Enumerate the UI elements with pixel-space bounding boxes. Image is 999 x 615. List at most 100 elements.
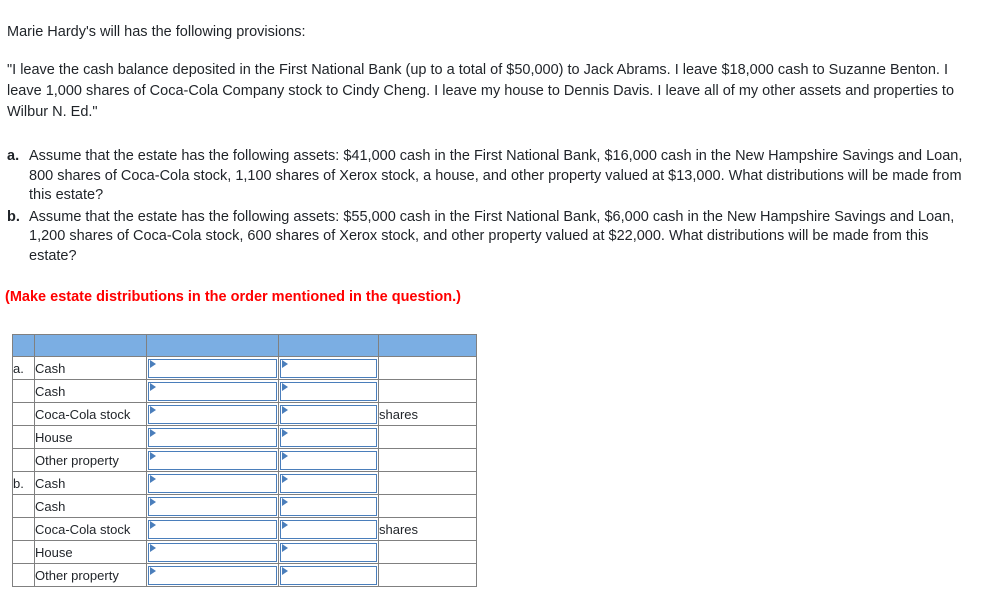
row-letter-cell xyxy=(12,494,35,518)
assumptions-list: a. Assume that the estate has the followi… xyxy=(7,147,979,268)
amount-select[interactable] xyxy=(148,381,277,401)
beneficiary-select[interactable] xyxy=(280,565,377,585)
beneficiary-select[interactable] xyxy=(280,404,377,424)
amount-value xyxy=(149,406,276,407)
beneficiary-value xyxy=(281,360,376,361)
amount-select[interactable] xyxy=(148,542,277,562)
dropdown-triangle-icon xyxy=(282,566,288,575)
row-beneficiary-input-cell[interactable] xyxy=(278,448,379,472)
distributions-table-container: a. Cash Cash Coca-Cola stock shares House Othe… xyxy=(12,334,477,587)
table-header xyxy=(12,334,477,357)
amount-select[interactable] xyxy=(148,427,277,447)
row-beneficiary-input-cell[interactable] xyxy=(278,356,379,380)
row-letter-cell xyxy=(12,379,35,403)
dropdown-triangle-icon xyxy=(150,359,156,368)
dropdown-triangle-icon xyxy=(282,359,288,368)
dropdown-triangle-icon xyxy=(150,543,156,552)
row-beneficiary-input-cell[interactable] xyxy=(278,563,379,587)
row-label-cell: House xyxy=(34,425,147,449)
row-amount-input-cell[interactable] xyxy=(146,540,279,564)
row-beneficiary-input-cell[interactable] xyxy=(278,494,379,518)
beneficiary-value xyxy=(281,475,376,476)
row-letter-cell xyxy=(12,540,35,564)
will-quote-paragraph: "I leave the cash balance deposited in t… xyxy=(7,62,955,120)
amount-select[interactable] xyxy=(148,519,277,539)
beneficiary-select[interactable] xyxy=(280,358,377,378)
amount-value xyxy=(149,567,276,568)
dropdown-triangle-icon xyxy=(282,382,288,391)
amount-select[interactable] xyxy=(148,473,277,493)
table-header-row xyxy=(12,334,477,357)
amount-value xyxy=(149,452,276,453)
row-amount-input-cell[interactable] xyxy=(146,494,279,518)
row-amount-input-cell[interactable] xyxy=(146,448,279,472)
row-amount-input-cell[interactable] xyxy=(146,517,279,541)
row-amount-input-cell[interactable] xyxy=(146,425,279,449)
table-row: Cash xyxy=(12,494,477,518)
amount-value xyxy=(149,498,276,499)
beneficiary-value xyxy=(281,383,376,384)
amount-value xyxy=(149,429,276,430)
row-unit-cell xyxy=(378,471,477,495)
beneficiary-value xyxy=(281,567,376,568)
row-amount-input-cell[interactable] xyxy=(146,471,279,495)
beneficiary-select[interactable] xyxy=(280,427,377,447)
row-letter-cell xyxy=(12,563,35,587)
row-letter-cell xyxy=(12,517,35,541)
row-amount-input-cell[interactable] xyxy=(146,379,279,403)
assumption-text-a: Assume that the estate has the following… xyxy=(29,148,963,203)
row-letter-cell xyxy=(12,448,35,472)
beneficiary-select[interactable] xyxy=(280,450,377,470)
table-row: Other property xyxy=(12,563,477,587)
table-row: a. Cash xyxy=(12,356,477,380)
row-beneficiary-input-cell[interactable] xyxy=(278,379,379,403)
amount-value xyxy=(149,475,276,476)
row-amount-input-cell[interactable] xyxy=(146,402,279,426)
intro-line: Marie Hardy's will has the following pro… xyxy=(7,24,306,40)
beneficiary-value xyxy=(281,452,376,453)
table-row: Other property xyxy=(12,448,477,472)
row-beneficiary-input-cell[interactable] xyxy=(278,540,379,564)
table-row: Coca-Cola stock shares xyxy=(12,517,477,541)
amount-select[interactable] xyxy=(148,404,277,424)
amount-select[interactable] xyxy=(148,450,277,470)
assumption-marker-b: b. xyxy=(7,208,20,225)
row-amount-input-cell[interactable] xyxy=(146,563,279,587)
amount-select[interactable] xyxy=(148,496,277,516)
dropdown-triangle-icon xyxy=(282,405,288,414)
amount-value xyxy=(149,521,276,522)
row-beneficiary-input-cell[interactable] xyxy=(278,402,379,426)
assumption-marker-a: a. xyxy=(7,148,20,164)
beneficiary-value xyxy=(281,544,376,545)
row-beneficiary-input-cell[interactable] xyxy=(278,425,379,449)
beneficiary-select[interactable] xyxy=(280,519,377,539)
dropdown-triangle-icon xyxy=(282,428,288,437)
row-unit-cell xyxy=(378,425,477,449)
amount-select[interactable] xyxy=(148,565,277,585)
row-beneficiary-input-cell[interactable] xyxy=(278,471,379,495)
beneficiary-select[interactable] xyxy=(280,496,377,516)
row-unit-cell xyxy=(378,448,477,472)
beneficiary-value xyxy=(281,429,376,430)
amount-select[interactable] xyxy=(148,358,277,378)
row-label-cell: Cash xyxy=(34,356,147,380)
header-cell-unit xyxy=(378,334,477,357)
row-unit-cell: shares xyxy=(378,402,477,426)
row-unit-cell xyxy=(378,494,477,518)
dropdown-triangle-icon xyxy=(282,543,288,552)
beneficiary-select[interactable] xyxy=(280,381,377,401)
dropdown-triangle-icon xyxy=(282,497,288,506)
table-row: Coca-Cola stock shares xyxy=(12,402,477,426)
header-cell-answer1 xyxy=(146,334,279,357)
amount-value xyxy=(149,544,276,545)
table-body: a. Cash Cash Coca-Cola stock shares House Othe… xyxy=(12,356,477,587)
row-amount-input-cell[interactable] xyxy=(146,356,279,380)
row-unit-cell xyxy=(378,379,477,403)
amount-value xyxy=(149,360,276,361)
dropdown-triangle-icon xyxy=(150,405,156,414)
beneficiary-select[interactable] xyxy=(280,542,377,562)
header-cell-answer2 xyxy=(278,334,379,357)
beneficiary-select[interactable] xyxy=(280,473,377,493)
row-label-cell: Cash xyxy=(34,379,147,403)
row-beneficiary-input-cell[interactable] xyxy=(278,517,379,541)
